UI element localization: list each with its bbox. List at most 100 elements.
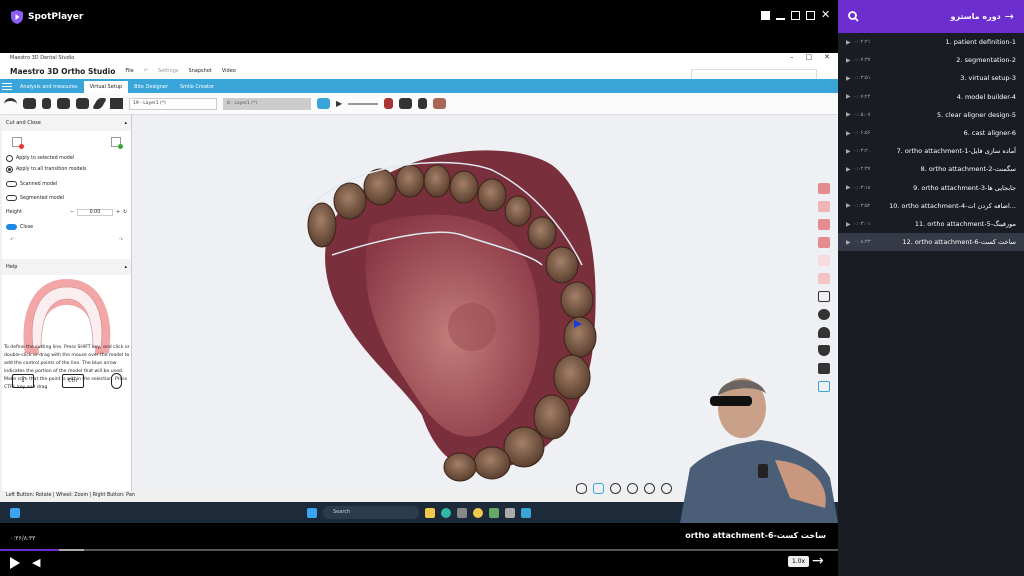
lesson-item[interactable]: ▶ ۰:۰۳:۲۰ 7. ortho attachment-1-آماده سازی… xyxy=(838,142,1024,160)
taskbar-search[interactable]: Search xyxy=(323,506,419,519)
close-toggle[interactable] xyxy=(6,224,17,230)
lesson-item[interactable]: ▶ ۰:۰۳:۵۲ 10. ortho attachment-4-اضافه کرد… xyxy=(838,197,1024,215)
film-tool-icon[interactable] xyxy=(399,98,413,109)
lesson-item[interactable]: ▶ ۰:۰۷:۲۴ 4. model builder-4 xyxy=(838,88,1024,106)
progress-bar[interactable] xyxy=(0,549,838,551)
base-dark-icon[interactable] xyxy=(818,345,830,356)
redo-icon[interactable]: ↷ xyxy=(119,238,123,243)
zoom-out-icon[interactable] xyxy=(644,483,655,494)
menu-snapshot[interactable]: Snapshot xyxy=(188,68,211,74)
anim-slider[interactable] xyxy=(348,102,379,105)
collapse-icon[interactable]: ▴ xyxy=(124,120,127,126)
lesson-title: 11. ortho attachment-5-مورفینگ xyxy=(914,220,1016,228)
app-minimize-icon[interactable]: – xyxy=(790,53,794,61)
jaw-open-icon[interactable] xyxy=(818,237,830,248)
lesson-item[interactable]: ▶ ۰:۰۳:۱۸ 9. ortho attachment-3-جابجایی ها xyxy=(838,179,1024,197)
opt-selected-radio[interactable] xyxy=(6,155,13,162)
pen-tool-icon[interactable] xyxy=(91,98,108,109)
app-icon-b[interactable] xyxy=(505,507,515,518)
next-arrow-icon[interactable]: → xyxy=(812,553,824,569)
lesson-item[interactable]: ▶ ۰:۰۲:۲۱ 1. patient definition-1 xyxy=(838,33,1024,51)
lesson-item[interactable]: ▶ ۰:۰۳:۰۱ 11. ortho attachment-5-مورفینگ xyxy=(838,215,1024,233)
tab-smile-creator[interactable]: Smile Creator xyxy=(174,81,220,93)
jaw-both-icon[interactable] xyxy=(818,201,830,212)
opt-all-radio[interactable] xyxy=(6,166,13,173)
lasso-icon[interactable] xyxy=(593,483,604,494)
move-icon[interactable] xyxy=(610,483,621,494)
volume-icon[interactable]: ◀ xyxy=(32,556,40,569)
tab-bite-designer[interactable]: Bite Designer xyxy=(128,81,174,93)
color-tool-icon[interactable] xyxy=(110,98,123,109)
minus-icon[interactable]: − xyxy=(70,210,74,215)
arch-tool-icon[interactable] xyxy=(4,98,17,109)
lesson-item[interactable]: ▶ ۰:۰۵:۰۷ 5. clear aligner design-5 xyxy=(838,106,1024,124)
delete-cut-icon[interactable] xyxy=(12,137,24,149)
lesson-item[interactable]: ▶ ۰:۰۲:۳۷ 8. ortho attachment-2-سگمنت xyxy=(838,160,1024,178)
app-icon-a[interactable] xyxy=(489,507,499,518)
stop-icon[interactable] xyxy=(761,11,770,20)
export-tool-icon[interactable] xyxy=(418,98,428,109)
lesson-item[interactable]: ▶ ۰:۰۳:۵۱ 3. virtual setup-3 xyxy=(838,69,1024,87)
menu-file[interactable]: File xyxy=(125,68,133,74)
cancel-button[interactable]: ✕ Cancel xyxy=(108,408,130,413)
chrome-icon[interactable] xyxy=(473,507,483,518)
hamburger-icon[interactable] xyxy=(0,79,14,93)
link-tool-icon[interactable] xyxy=(317,98,330,109)
play-anim-icon[interactable]: ▶ xyxy=(336,99,342,108)
tooth-tool-icon[interactable] xyxy=(42,98,51,109)
jaw-lower-icon[interactable] xyxy=(818,219,830,230)
add-cut-icon[interactable] xyxy=(111,137,123,149)
scanned-toggle[interactable] xyxy=(6,181,17,187)
zoom-in-icon[interactable] xyxy=(627,483,638,494)
model-outline-icon[interactable] xyxy=(818,291,830,302)
plus-icon[interactable]: + xyxy=(116,210,120,215)
windows-icon[interactable] xyxy=(307,507,317,518)
menu-settings[interactable]: Settings xyxy=(158,68,179,74)
tab-analysis[interactable]: Analysis and measures xyxy=(14,81,84,93)
eye-icon[interactable] xyxy=(576,483,587,494)
keyboard-icon[interactable]: ⌨ xyxy=(4,408,11,413)
edge-icon[interactable] xyxy=(441,507,451,518)
lesson-duration: ▶ ۰:۰۳:۱۸ xyxy=(846,184,871,192)
lesson-duration: ▶ ۰:۰۸:۳۳ xyxy=(846,238,871,246)
target-icon[interactable] xyxy=(661,483,672,494)
app-close-icon[interactable]: ✕ xyxy=(824,53,830,61)
menu-video[interactable]: Video xyxy=(222,68,236,74)
model-tool-icon[interactable] xyxy=(23,98,36,109)
app-maximize-icon[interactable]: □ xyxy=(806,53,813,61)
jaw-ghost-icon[interactable] xyxy=(818,255,830,266)
minimize-icon[interactable] xyxy=(776,11,785,20)
lamp-tool-icon[interactable] xyxy=(433,98,447,109)
fullscreen-icon[interactable] xyxy=(806,11,815,20)
crown-dark-icon[interactable] xyxy=(818,327,830,338)
layer-select-a[interactable]: 19 - Layer1 (*) xyxy=(129,97,217,110)
tab-virtual-setup[interactable]: Virtual Setup xyxy=(83,81,129,93)
reset-icon[interactable]: ↻ xyxy=(123,210,127,215)
close-icon[interactable]: ✕ xyxy=(821,9,830,20)
jaw-upper-icon[interactable] xyxy=(818,183,830,194)
segmented-toggle[interactable] xyxy=(6,195,17,201)
tooth-dark-icon[interactable] xyxy=(818,309,830,320)
explorer-icon[interactable] xyxy=(425,507,435,518)
menu-undo-icon[interactable]: ↶ xyxy=(144,68,148,74)
restore-icon[interactable] xyxy=(791,11,800,20)
heart-tool-icon[interactable] xyxy=(57,98,70,109)
app-icon-c[interactable] xyxy=(521,507,531,518)
next-button[interactable]: ⊞ Next xyxy=(51,408,68,413)
jaw-tool-icon[interactable] xyxy=(76,98,89,109)
layer-select-b[interactable]: 8 - Layer1 (*) xyxy=(223,97,311,110)
back-arrow-icon[interactable]: → xyxy=(1005,10,1014,23)
lesson-item[interactable]: ▶ ۰:۰۸:۳۳ 12. ortho attachment-6-ساخت کست xyxy=(838,233,1024,252)
height-input[interactable]: 0.00 xyxy=(76,209,113,216)
pdf-tool-icon[interactable] xyxy=(384,98,394,109)
lesson-item[interactable]: ▶ ۰:۰۷:۳۷ 2. segmentation-2 xyxy=(838,51,1024,69)
search-icon[interactable] xyxy=(848,11,859,22)
help-collapse-icon[interactable]: ▴ xyxy=(124,264,127,270)
undo-icon[interactable]: ↶ xyxy=(10,238,14,243)
start-icon[interactable] xyxy=(10,507,20,518)
speed-button[interactable]: 1.0x xyxy=(788,556,810,567)
store-icon[interactable] xyxy=(457,507,467,518)
jaw-side-icon[interactable] xyxy=(818,273,830,284)
lesson-item[interactable]: ▶ ۰:۰۶:۵۶ 6. cast aligner-6 xyxy=(838,124,1024,142)
play-icon[interactable] xyxy=(10,557,20,569)
